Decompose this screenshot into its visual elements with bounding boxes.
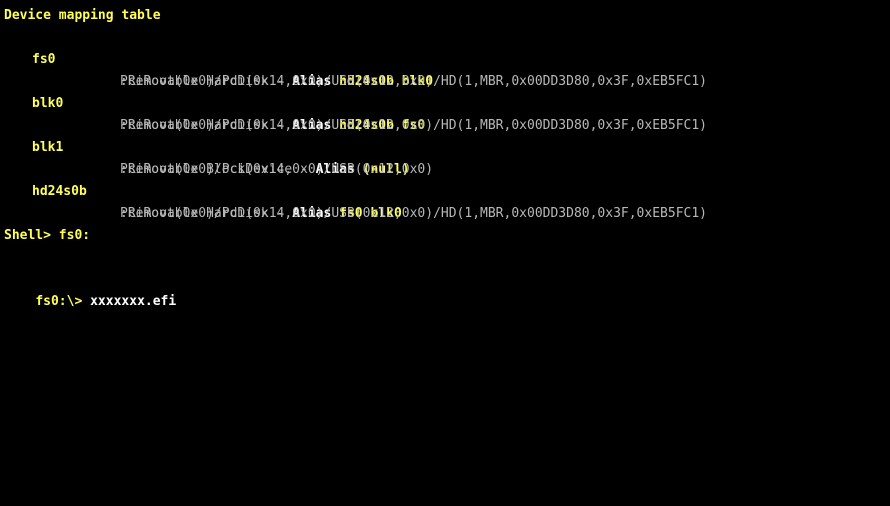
mapping-path-hd24s0b: PciRoot(0x0)/Pci(0x14,0x0)/USB(0x12,0x0)… — [0, 181, 890, 221]
uefi-shell-screen[interactable]: Device mapping table fs0 :Removable Hard… — [0, 0, 890, 329]
mapping-path-blk1: PciRoot(0x0)/Pci(0x14,0x0)/USB(0x12,0x0) — [0, 137, 890, 177]
mapping-entry-blk0: blk0 :Removable HardDisk - Alias hd24s0b… — [0, 71, 890, 133]
command-input[interactable]: xxxxxxx.efi — [90, 294, 176, 309]
current-prompt-line[interactable]: fs0:\> xxxxxxx.efi — [4, 269, 176, 309]
mapping-table-title: Device mapping table — [4, 8, 161, 23]
mapping-entry-hd24s0b: hd24s0b :Removable HardDisk - Alias fs0 … — [0, 159, 890, 221]
mapping-path-fs0: PciRoot(0x0)/Pci(0x14,0x0)/USB(0x12,0x0)… — [0, 49, 890, 89]
shell-prompt-line: Shell> fs0: — [4, 228, 91, 243]
mapping-entry-fs0: fs0 :Removable HardDisk - Alias hd24s0b … — [0, 27, 890, 89]
fs0-prompt: fs0:\> — [35, 294, 91, 309]
mapping-entry-blk1: blk1 :Removable BlockDevice - Alias (nul… — [0, 115, 890, 177]
mapping-path-blk0: PciRoot(0x0)/Pci(0x14,0x0)/USB(0x12,0x0)… — [0, 93, 890, 133]
device-path: PciRoot(0x0)/Pci(0x14,0x0)/USB(0x12,0x0)… — [120, 206, 707, 221]
